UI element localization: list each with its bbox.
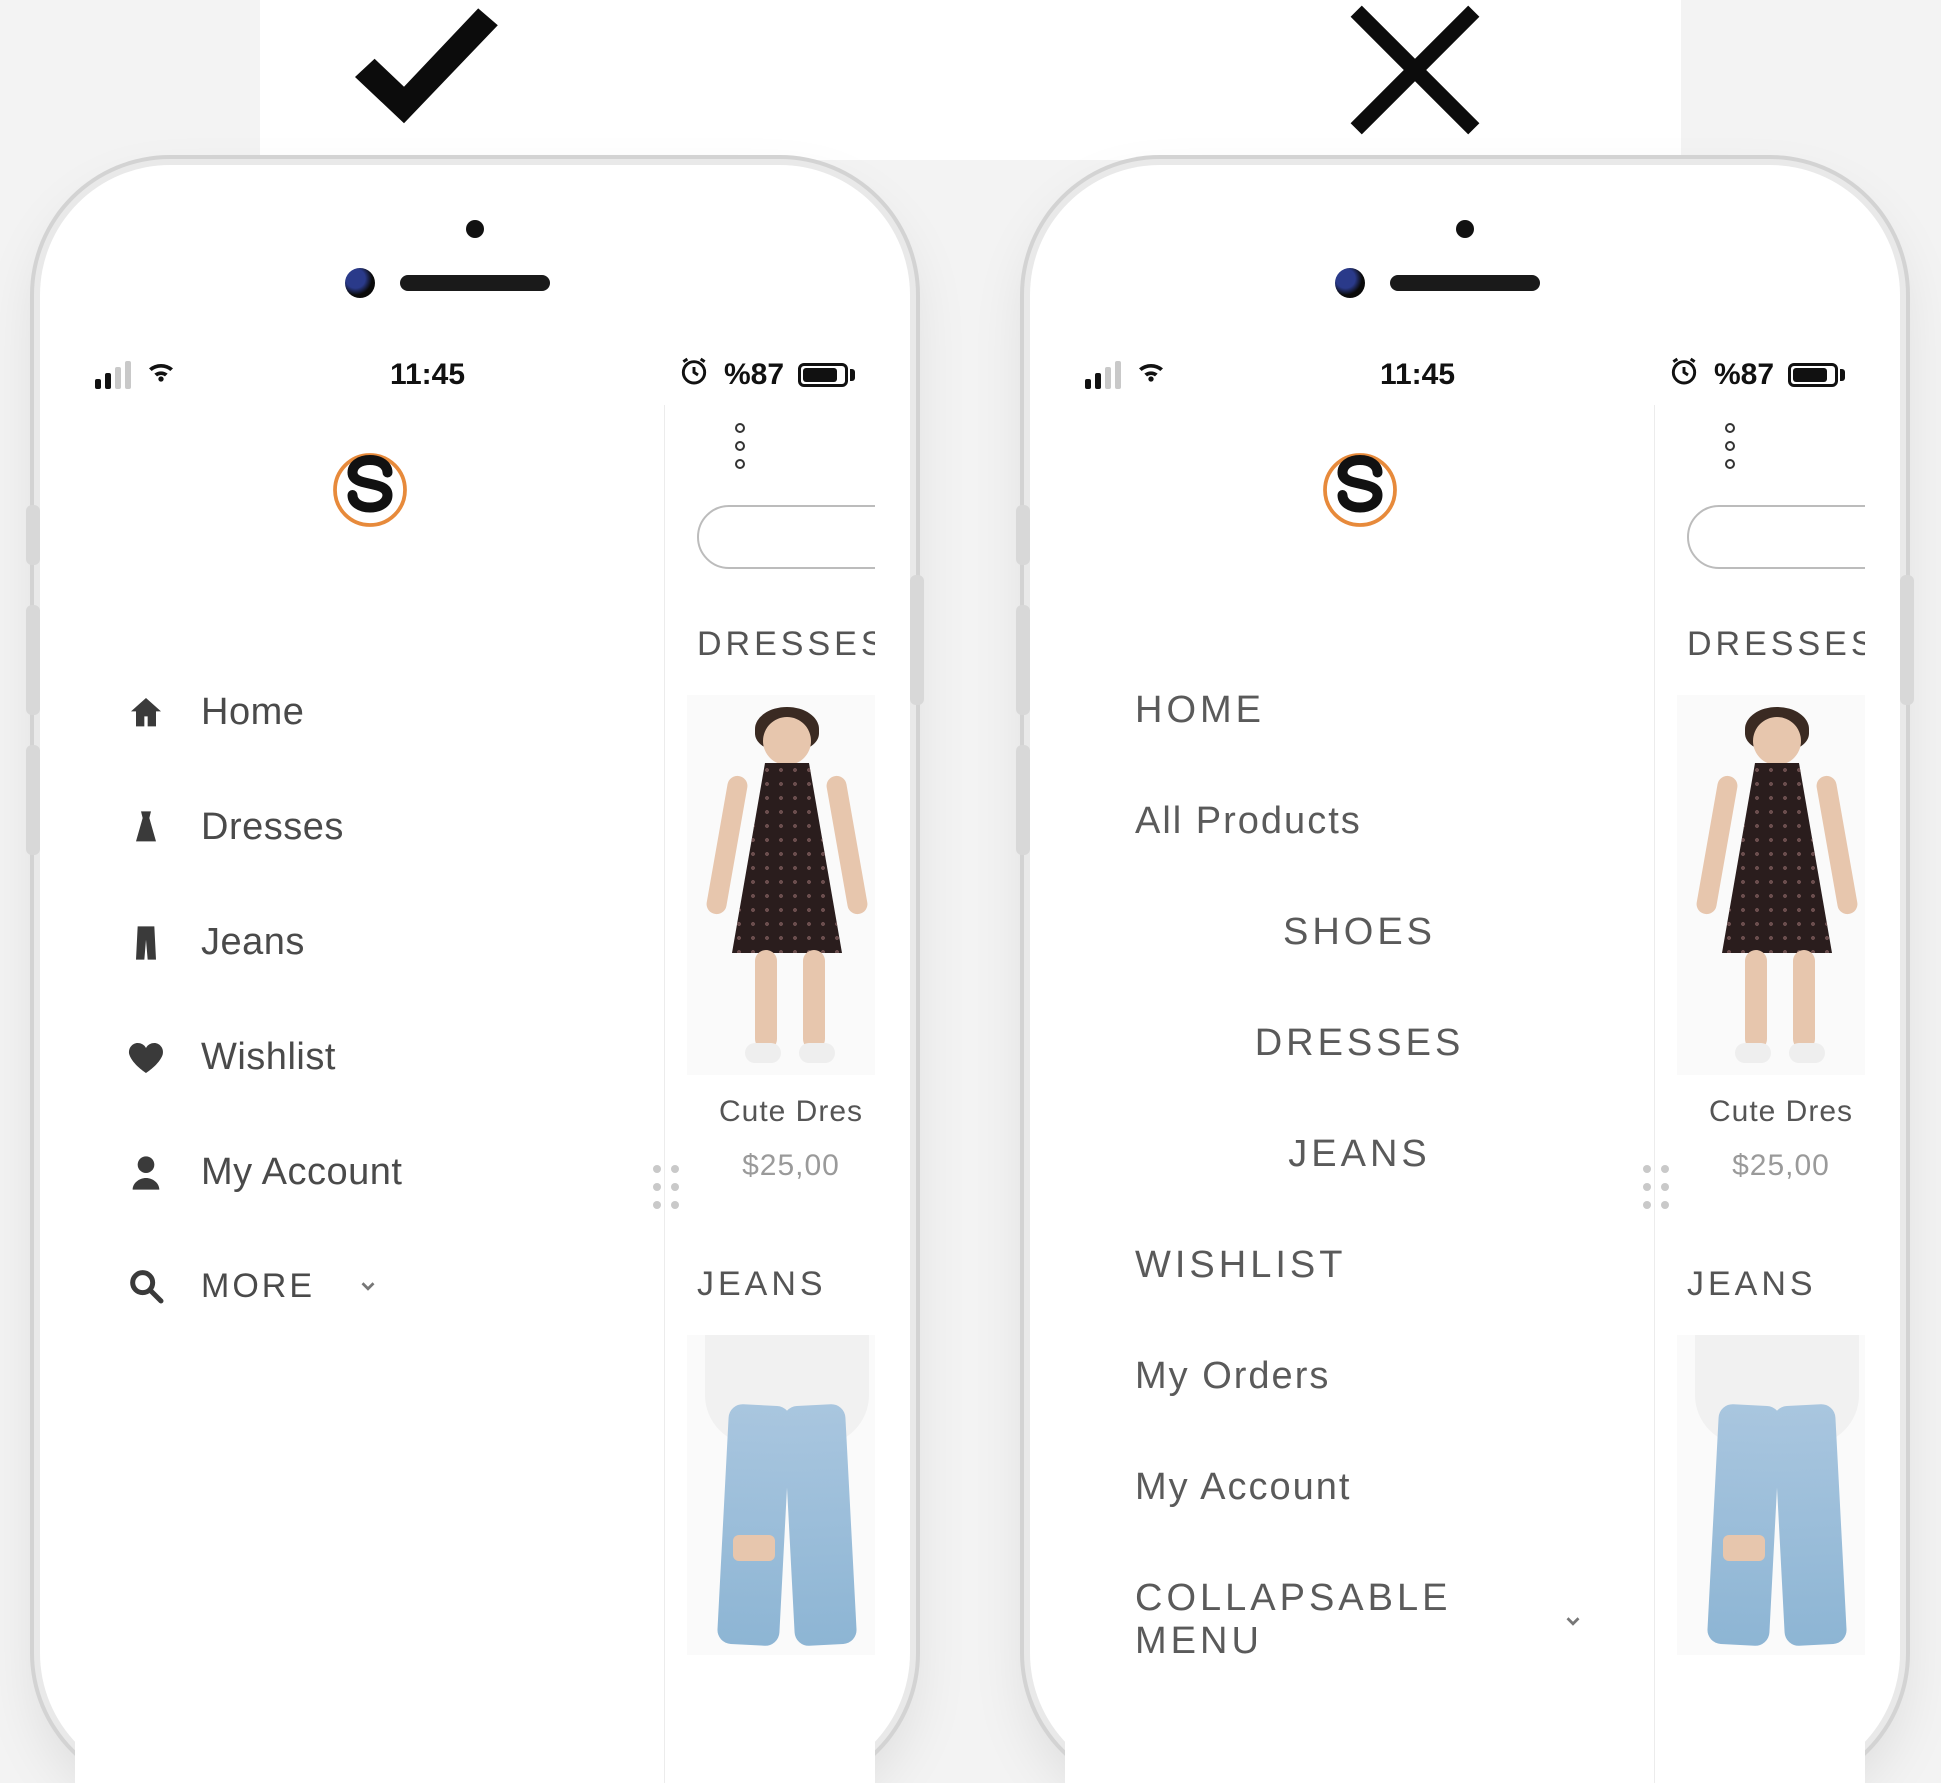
wifi-icon (145, 355, 177, 395)
cross-icon (1330, 0, 1500, 145)
ear-speaker (400, 275, 550, 291)
status-time: 11:45 (1380, 358, 1455, 392)
user-icon (125, 1153, 167, 1193)
screen: 11:45 %87 (75, 345, 875, 1783)
phone-good: 11:45 %87 (40, 165, 910, 1783)
nav-item-all-products[interactable]: All Products (1135, 766, 1584, 877)
status-bar: 11:45 %87 (75, 345, 875, 405)
jeans-icon (125, 923, 167, 963)
nav-drawer: Home Dresses Jeans (75, 405, 665, 1783)
ear-speaker (1390, 275, 1540, 291)
product-card-jeans[interactable] (1677, 1335, 1865, 1675)
product-image (687, 1335, 875, 1655)
screen: 11:45 %87 HOME (1065, 345, 1865, 1783)
nav-item-home[interactable]: HOME (1135, 655, 1584, 766)
nav-item-label: My Account (201, 1151, 402, 1194)
cell-signal-icon (95, 361, 131, 389)
alarm-icon (678, 355, 710, 395)
product-card-dress[interactable]: Cute Dres $25,00 (687, 695, 875, 1183)
content-behind-drawer: DRESSES Cute Dres $25,00 JEANS (687, 405, 875, 1783)
nav-item-dresses[interactable]: Dresses (125, 770, 614, 885)
nav-item-collapsable[interactable]: COLLAPSABLE MENU (1135, 1543, 1584, 1697)
nav-item-shoes[interactable]: SHOES (1135, 877, 1584, 988)
content-behind-drawer: DRESSES Cute Dres $25,00 JEANS (1677, 405, 1865, 1783)
nav-item-home[interactable]: Home (125, 655, 614, 770)
chevron-down-icon (357, 1267, 379, 1306)
product-image (1677, 1335, 1865, 1655)
product-name: Cute Dres (1677, 1095, 1865, 1129)
chevron-down-icon (1562, 1599, 1584, 1642)
brand-logo[interactable] (1315, 445, 1405, 535)
search-input[interactable] (1687, 505, 1865, 569)
status-time: 11:45 (390, 358, 465, 392)
nav-item-wishlist[interactable]: Wishlist (125, 1000, 614, 1115)
nav-item-dresses[interactable]: DRESSES (1135, 988, 1584, 1099)
nav-item-account[interactable]: My Account (125, 1115, 614, 1230)
nav-item-my-account[interactable]: My Account (1135, 1432, 1584, 1543)
front-camera (1335, 268, 1365, 298)
nav-item-my-orders[interactable]: My Orders (1135, 1321, 1584, 1432)
product-name: Cute Dres (687, 1095, 875, 1129)
nav-item-wishlist[interactable]: WISHLIST (1135, 1210, 1584, 1321)
nav-item-label: Home (201, 691, 304, 734)
power-button (910, 575, 924, 705)
nav-item-jeans[interactable]: JEANS (1135, 1099, 1584, 1210)
more-options-icon[interactable] (1725, 423, 1735, 469)
product-price: $25,00 (687, 1149, 875, 1183)
wifi-icon (1135, 355, 1167, 395)
battery-text: %87 (1714, 358, 1774, 392)
battery-icon (798, 363, 855, 387)
volume-down-button (26, 745, 40, 855)
drawer-resize-handle[interactable] (653, 1165, 679, 1209)
mute-switch (26, 505, 40, 565)
front-camera (345, 268, 375, 298)
nav-item-label: Dresses (201, 806, 344, 849)
battery-text: %87 (724, 358, 784, 392)
status-bar: 11:45 %87 (1065, 345, 1865, 405)
alarm-icon (1668, 355, 1700, 395)
volume-up-button (1016, 605, 1030, 715)
nav-item-label: Wishlist (201, 1036, 336, 1079)
section-title-jeans: JEANS (1687, 1265, 1817, 1304)
product-image (1677, 695, 1865, 1075)
heart-icon (125, 1038, 167, 1078)
product-price: $25,00 (1677, 1149, 1865, 1183)
power-button (1900, 575, 1914, 705)
dress-icon (125, 808, 167, 848)
nav-item-more[interactable]: MORE (125, 1230, 614, 1342)
brand-logo[interactable] (325, 445, 415, 535)
phone-bad: 11:45 %87 HOME (1030, 165, 1900, 1783)
section-title-dresses: DRESSES (697, 625, 875, 664)
product-card-dress[interactable]: Cute Dres $25,00 (1677, 695, 1865, 1183)
battery-icon (1788, 363, 1845, 387)
volume-down-button (1016, 745, 1030, 855)
more-options-icon[interactable] (735, 423, 745, 469)
product-image (687, 695, 875, 1075)
cell-signal-icon (1085, 361, 1121, 389)
product-card-jeans[interactable] (687, 1335, 875, 1675)
search-icon (125, 1266, 167, 1306)
nav-item-label: COLLAPSABLE MENU (1135, 1577, 1540, 1663)
nav-item-label: MORE (201, 1267, 315, 1306)
nav-drawer: HOME All Products SHOES DRESSES JEANS WI… (1065, 405, 1655, 1783)
drawer-resize-handle[interactable] (1643, 1165, 1669, 1209)
home-icon (125, 693, 167, 733)
section-title-jeans: JEANS (697, 1265, 827, 1304)
sensor-dot (1456, 220, 1474, 238)
nav-item-label: Jeans (201, 921, 305, 964)
section-title-dresses: DRESSES (1687, 625, 1865, 664)
mute-switch (1016, 505, 1030, 565)
volume-up-button (26, 605, 40, 715)
check-icon (340, 0, 510, 145)
search-input[interactable] (697, 505, 875, 569)
nav-item-jeans[interactable]: Jeans (125, 885, 614, 1000)
sensor-dot (466, 220, 484, 238)
